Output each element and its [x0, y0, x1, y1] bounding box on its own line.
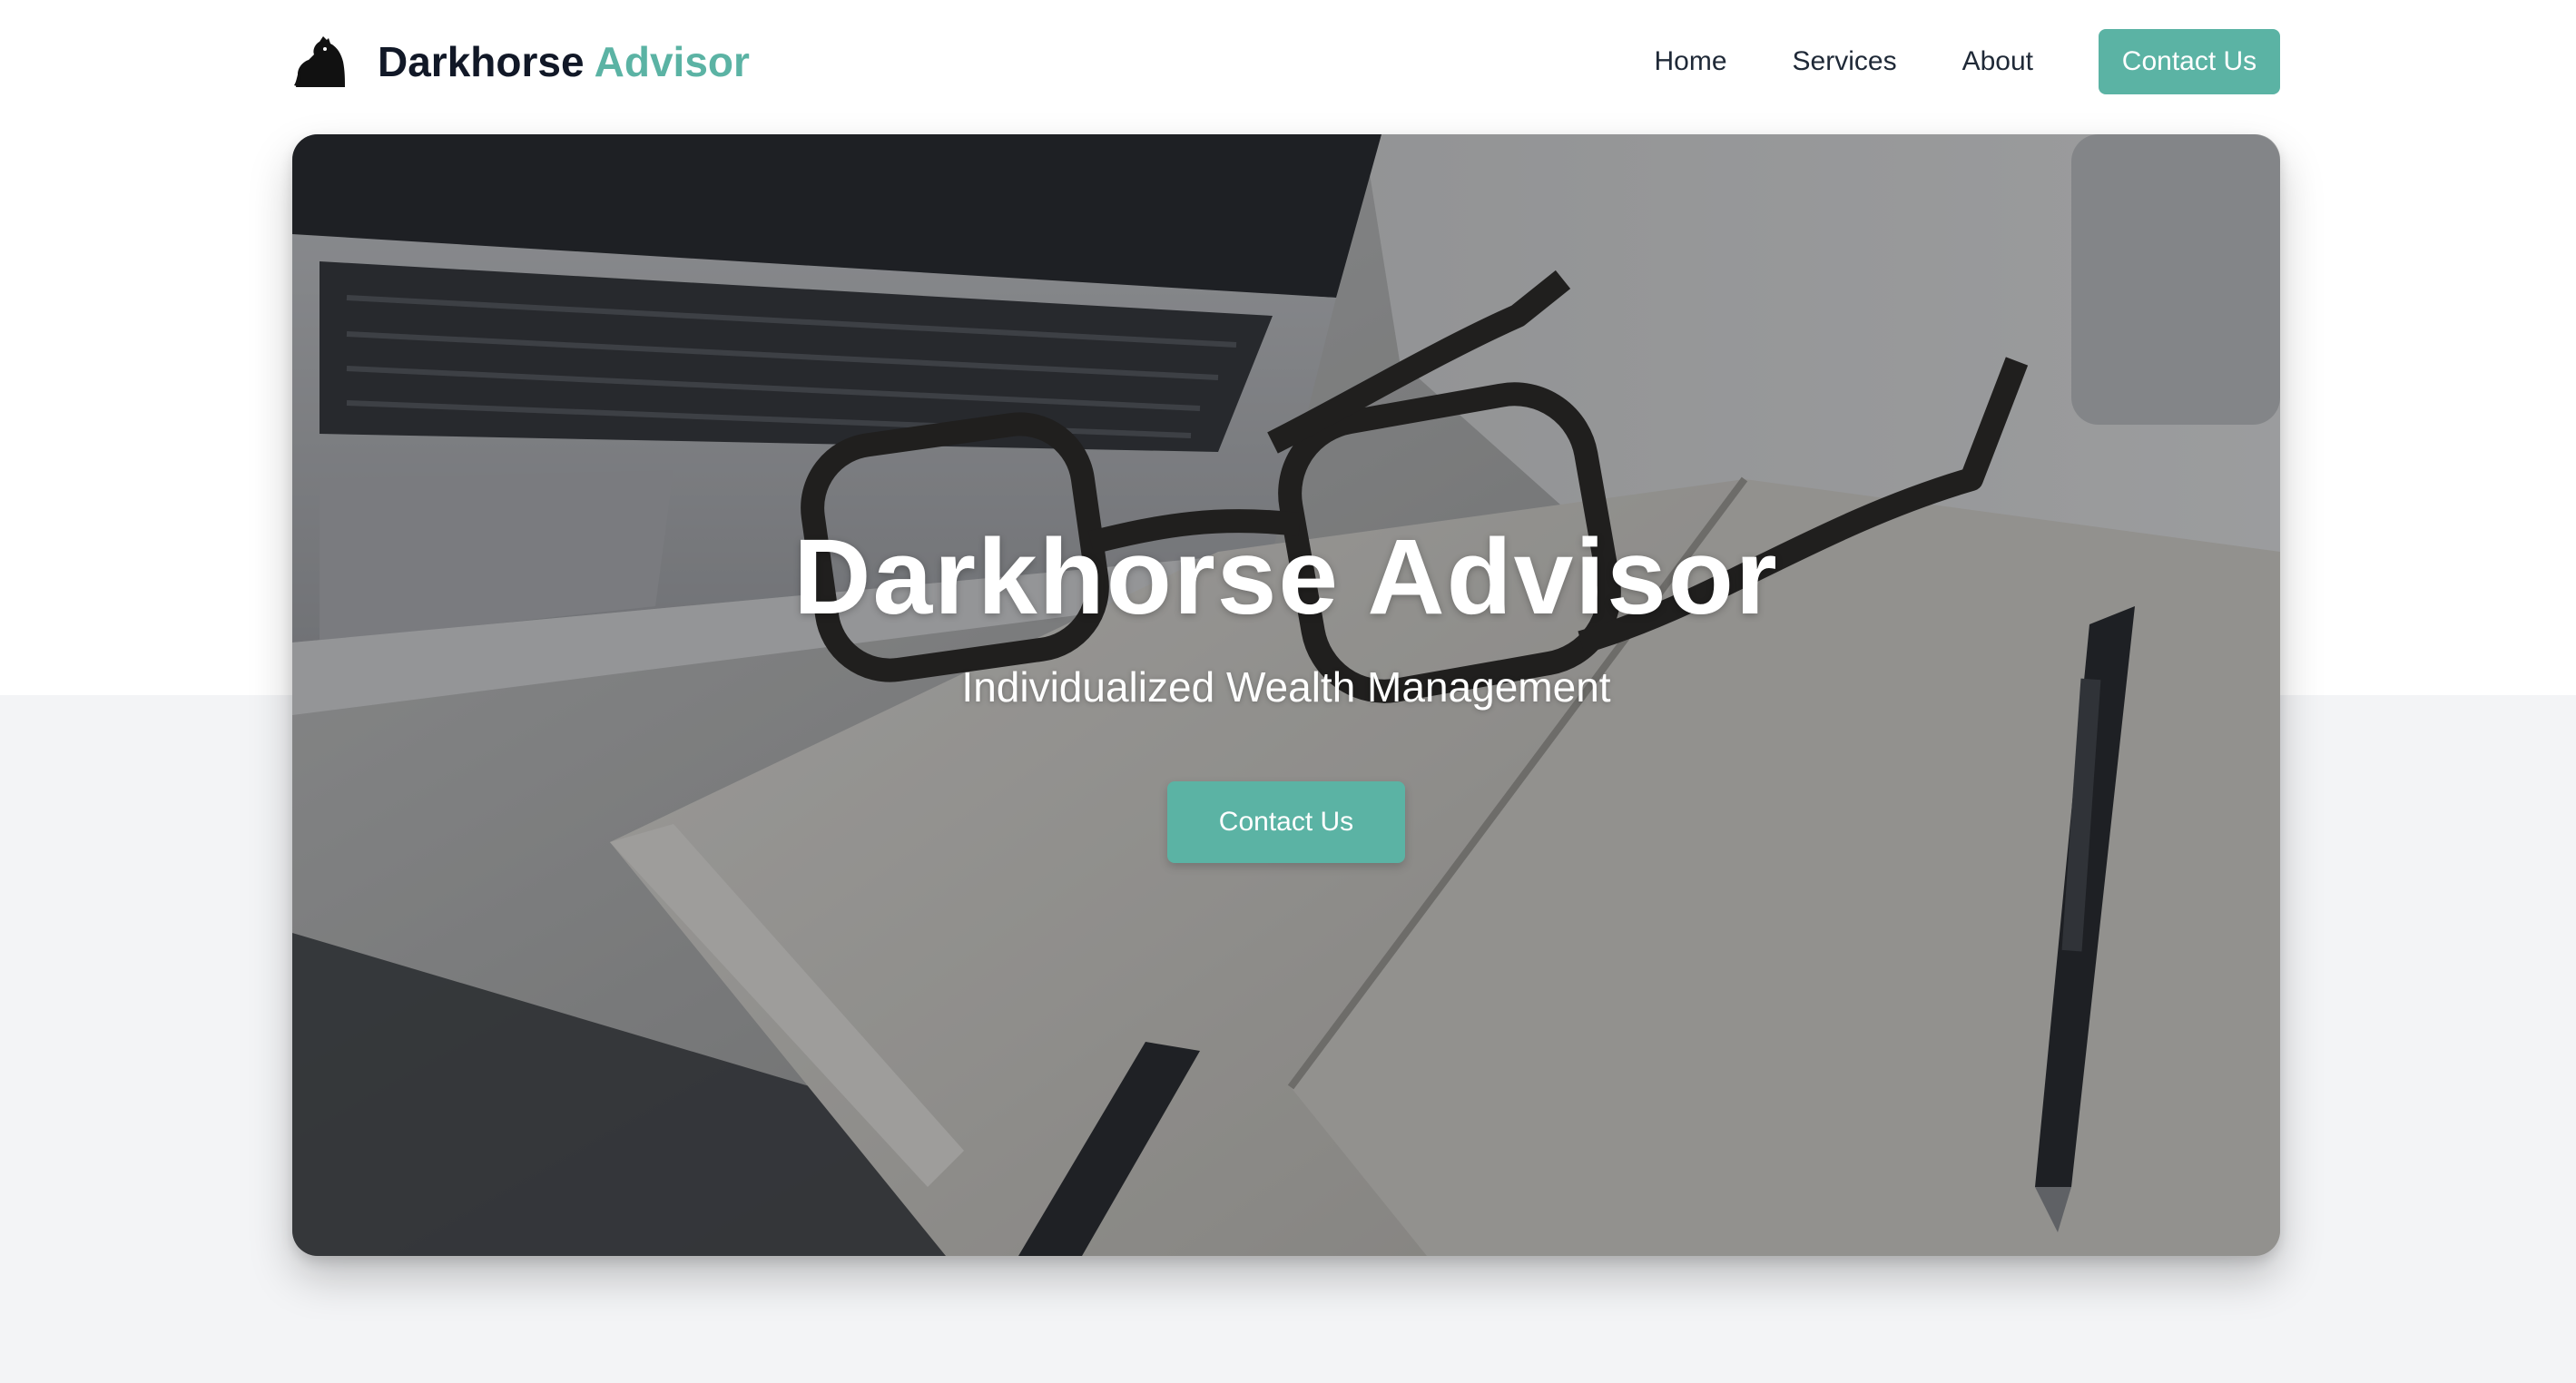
- nav-contact-button[interactable]: Contact Us: [2099, 29, 2280, 94]
- hero-subtitle: Individualized Wealth Management: [961, 663, 1611, 711]
- hero-content: Darkhorse Advisor Individualized Wealth …: [292, 134, 2280, 1256]
- brand-name-accent: Advisor: [594, 38, 750, 85]
- hero-title: Darkhorse Advisor: [793, 517, 1779, 637]
- hero-contact-button[interactable]: Contact Us: [1167, 781, 1405, 863]
- brand-name-primary: Darkhorse: [378, 38, 585, 85]
- navbar: Darkhorse Advisor Home Services About Co…: [292, 29, 2280, 94]
- brand-name: Darkhorse Advisor: [378, 37, 750, 86]
- horse-head-icon: [294, 36, 345, 87]
- page: Darkhorse Advisor Home Services About Co…: [0, 0, 2576, 1383]
- nav-link-about[interactable]: About: [1962, 46, 2033, 77]
- nav-link-home[interactable]: Home: [1655, 46, 1727, 77]
- nav-link-services[interactable]: Services: [1793, 46, 1897, 77]
- hero-banner: Darkhorse Advisor Individualized Wealth …: [292, 134, 2280, 1256]
- brand-link[interactable]: Darkhorse Advisor: [292, 34, 750, 89]
- main-nav: Home Services About Contact Us: [1655, 29, 2280, 94]
